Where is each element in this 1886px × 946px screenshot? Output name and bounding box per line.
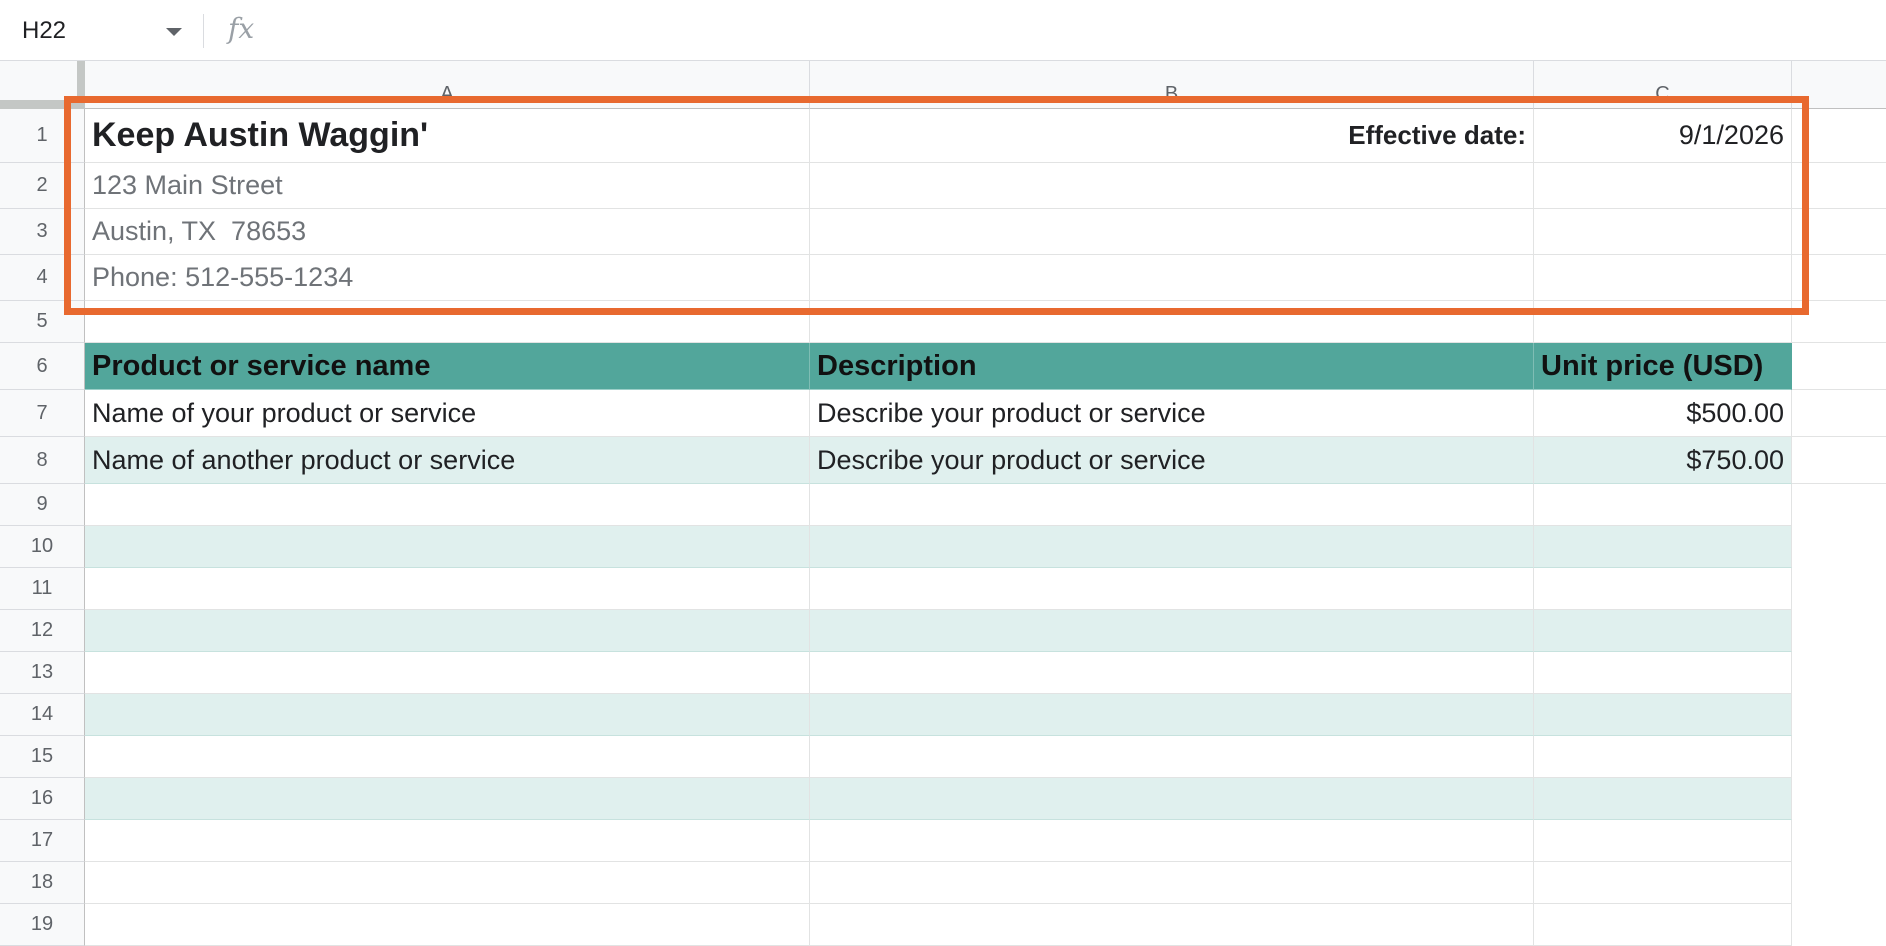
row-header-15[interactable]: 15 <box>0 736 85 778</box>
table-row-1-description[interactable]: Describe your product or service <box>810 390 1534 437</box>
row-header-4[interactable]: 4 <box>0 255 85 301</box>
cell-b2[interactable] <box>810 163 1534 209</box>
table-empty-cell[interactable] <box>810 694 1534 736</box>
table-empty-cell[interactable] <box>1534 736 1792 778</box>
row-header-11[interactable]: 11 <box>0 568 85 610</box>
table-empty-cell[interactable] <box>1534 694 1792 736</box>
table-row-2-price[interactable]: $750.00 <box>1534 437 1792 484</box>
cell-c4[interactable] <box>1534 255 1792 301</box>
table-header-unit-price[interactable]: Unit price (USD) <box>1534 343 1792 390</box>
cell-b19[interactable] <box>810 904 1534 946</box>
table-empty-cell[interactable] <box>85 652 810 694</box>
frozen-row-divider[interactable] <box>0 100 85 109</box>
table-empty-cell[interactable] <box>85 610 810 652</box>
table-empty-cell[interactable] <box>85 484 810 526</box>
table-empty-cell[interactable] <box>810 526 1534 568</box>
fx-icon: fx <box>228 12 255 45</box>
table-empty-cell[interactable] <box>1534 652 1792 694</box>
cell-d2[interactable] <box>1792 163 1886 209</box>
toolbar-divider <box>203 14 204 48</box>
cell-d3[interactable] <box>1792 209 1886 255</box>
table-empty-cell[interactable] <box>85 736 810 778</box>
cell-c17[interactable] <box>1534 820 1792 862</box>
row-header-13[interactable]: 13 <box>0 652 85 694</box>
cell-b1-effective-date-label[interactable]: Effective date: <box>810 109 1534 163</box>
row-header-5[interactable]: 5 <box>0 301 85 343</box>
table-row-1-price[interactable]: $500.00 <box>1534 390 1792 437</box>
row-header-3[interactable]: 3 <box>0 209 85 255</box>
formula-input[interactable] <box>280 10 1886 52</box>
cell-d4[interactable] <box>1792 255 1886 301</box>
table-empty-cell[interactable] <box>810 652 1534 694</box>
row-header-1[interactable]: 1 <box>0 109 85 163</box>
cell-c3[interactable] <box>1534 209 1792 255</box>
formula-bar: H22 fx <box>0 0 1886 61</box>
cell-d1[interactable] <box>1792 109 1886 163</box>
cell-c1-effective-date[interactable]: 9/1/2026 <box>1534 109 1792 163</box>
row-header-9[interactable]: 9 <box>0 484 85 526</box>
table-empty-cell[interactable] <box>1534 484 1792 526</box>
row-header-14[interactable]: 14 <box>0 694 85 736</box>
row-header-17[interactable]: 17 <box>0 820 85 862</box>
row-header-12[interactable]: 12 <box>0 610 85 652</box>
column-header-d[interactable] <box>1792 61 1886 109</box>
cell-b4[interactable] <box>810 255 1534 301</box>
row-header-10[interactable]: 10 <box>0 526 85 568</box>
cell-a18[interactable] <box>85 862 810 904</box>
cell-b18[interactable] <box>810 862 1534 904</box>
cell-b5[interactable] <box>810 301 1534 343</box>
cell-c19[interactable] <box>1534 904 1792 946</box>
column-header-a[interactable]: A <box>85 61 810 109</box>
row-header-16[interactable]: 16 <box>0 778 85 820</box>
name-box[interactable]: H22 <box>22 17 66 45</box>
cell-a4-phone[interactable]: Phone: 512-555-1234 <box>85 255 810 301</box>
row-header-18[interactable]: 18 <box>0 862 85 904</box>
table-header-product-name[interactable]: Product or service name <box>85 343 810 390</box>
table-empty-cell[interactable] <box>810 484 1534 526</box>
table-empty-cell[interactable] <box>85 778 810 820</box>
cell-a3-address-line2[interactable]: Austin, TX 78653 <box>85 209 810 255</box>
cell-a2-address-line1[interactable]: 123 Main Street <box>85 163 810 209</box>
table-empty-cell[interactable] <box>810 736 1534 778</box>
cell-d8[interactable] <box>1792 437 1886 484</box>
cell-d7[interactable] <box>1792 390 1886 437</box>
table-empty-cell[interactable] <box>810 778 1534 820</box>
table-empty-cell[interactable] <box>1534 526 1792 568</box>
cell-a17[interactable] <box>85 820 810 862</box>
dropdown-arrow-icon[interactable] <box>166 28 182 36</box>
table-empty-cell[interactable] <box>85 694 810 736</box>
cell-c18[interactable] <box>1534 862 1792 904</box>
cell-a19[interactable] <box>85 904 810 946</box>
row-header-7[interactable]: 7 <box>0 390 85 437</box>
row-header-6[interactable]: 6 <box>0 343 85 390</box>
cell-a5[interactable] <box>85 301 810 343</box>
table-row-1-name[interactable]: Name of your product or service <box>85 390 810 437</box>
cell-d6[interactable] <box>1792 343 1886 390</box>
table-row-2-description[interactable]: Describe your product or service <box>810 437 1534 484</box>
cell-b17[interactable] <box>810 820 1534 862</box>
table-empty-cell[interactable] <box>1534 610 1792 652</box>
row-header-19[interactable]: 19 <box>0 904 85 946</box>
row-header-2[interactable]: 2 <box>0 163 85 209</box>
table-header-description[interactable]: Description <box>810 343 1534 390</box>
table-empty-cell[interactable] <box>85 526 810 568</box>
table-empty-cell[interactable] <box>810 610 1534 652</box>
column-header-b[interactable]: B <box>810 61 1534 109</box>
cell-c5[interactable] <box>1534 301 1792 343</box>
table-empty-cell[interactable] <box>85 568 810 610</box>
table-empty-cell[interactable] <box>810 568 1534 610</box>
table-row-2-name[interactable]: Name of another product or service <box>85 437 810 484</box>
table-empty-cell[interactable] <box>1534 778 1792 820</box>
cell-c2[interactable] <box>1534 163 1792 209</box>
cell-a1-company-name[interactable]: Keep Austin Waggin' <box>85 109 810 163</box>
table-empty-cell[interactable] <box>1534 568 1792 610</box>
column-header-c[interactable]: C <box>1534 61 1792 109</box>
cell-b3[interactable] <box>810 209 1534 255</box>
row-header-8[interactable]: 8 <box>0 437 85 484</box>
cell-d5[interactable] <box>1792 301 1886 343</box>
